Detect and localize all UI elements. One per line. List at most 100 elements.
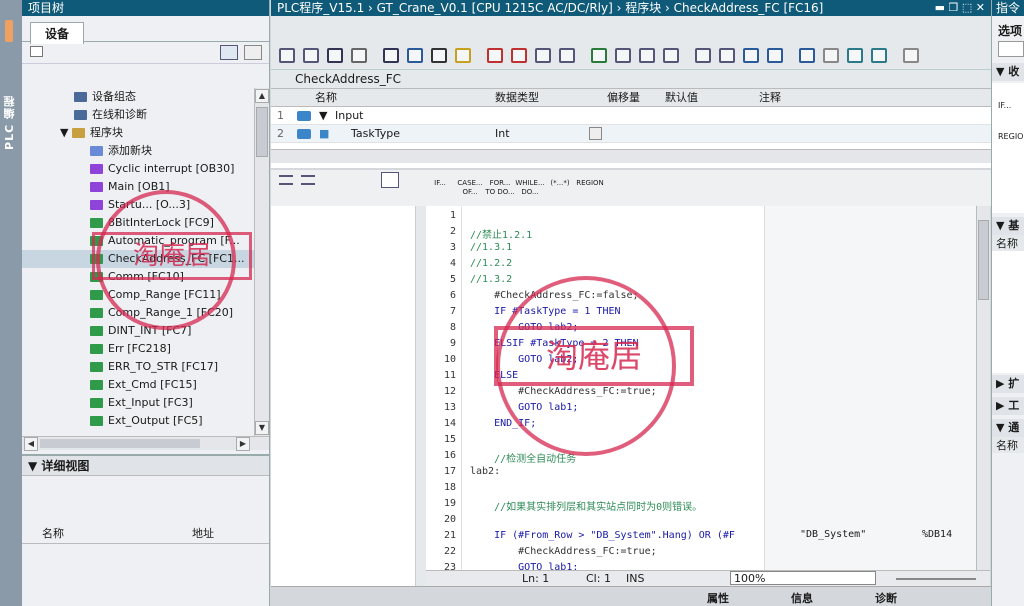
basic-section[interactable]: ▼ 基 [992, 217, 1024, 235]
editor-scroll-thumb[interactable] [978, 220, 989, 300]
section-name[interactable]: Input [335, 107, 363, 125]
toolbar-icon[interactable] [719, 48, 735, 63]
instruction-4-button[interactable]: (*...*) [545, 174, 575, 202]
toolbar-icon[interactable] [743, 48, 759, 63]
tab-diagnostics[interactable]: 诊断 [875, 590, 897, 606]
col-default[interactable]: 默认值 [665, 89, 698, 107]
code-line[interactable]: //1.2.2 [470, 258, 512, 269]
splitter[interactable] [416, 206, 426, 586]
tree-item[interactable]: 添加新块 [22, 142, 254, 160]
tech-section[interactable]: ▶ 工 [992, 397, 1024, 415]
table-row[interactable]: 1 ▼ Input [271, 107, 991, 125]
code-line[interactable]: //1.3.1 [470, 242, 512, 253]
param-type[interactable]: Int [495, 125, 510, 143]
toolbar-icon[interactable] [383, 48, 399, 63]
detail-col-name[interactable]: 名称 [42, 524, 64, 544]
tab-properties[interactable]: 属性 [707, 590, 729, 606]
toolbar-icon[interactable] [455, 48, 471, 63]
tree-item[interactable]: Err [FC218] [22, 340, 254, 358]
tree-item[interactable]: Main [OB1] [22, 178, 254, 196]
tab-info[interactable]: 信息 [791, 590, 813, 606]
plc-programming-label[interactable]: PLC 编程 [2, 95, 18, 150]
col-name[interactable]: 名称 [315, 89, 337, 107]
tree-view-toggle-icon[interactable] [220, 45, 238, 60]
toolbar-icon[interactable] [695, 48, 711, 63]
instruction-0-button[interactable]: IF... [425, 174, 455, 202]
detail-col-address[interactable]: 地址 [192, 524, 214, 544]
toolbar-icon[interactable] [663, 48, 679, 63]
hscroll-thumb[interactable] [40, 439, 200, 448]
instruction-3-button[interactable]: WHILE... DO... [515, 174, 545, 202]
tree-item[interactable]: 设备组态 [22, 88, 254, 106]
toolbar-icon[interactable] [351, 48, 367, 63]
col-offset[interactable]: 偏移量 [607, 89, 640, 107]
fav-region[interactable]: REGION [998, 132, 1024, 141]
toolbar-icon[interactable] [431, 48, 447, 63]
toolbar-icon[interactable] [799, 48, 815, 63]
favorites-section[interactable]: ▼ 收 [992, 63, 1024, 81]
toolbar-icon[interactable] [279, 48, 295, 63]
scroll-down-arrow[interactable]: ▼ [255, 421, 269, 435]
scroll-left-arrow[interactable]: ◀ [24, 437, 38, 451]
comm-section[interactable]: ▼ 通 [992, 419, 1024, 437]
toolbar-icon[interactable] [823, 48, 839, 63]
table-row[interactable]: 2 ■ TaskType Int [271, 125, 991, 143]
toolbar-icon[interactable] [871, 48, 887, 63]
toolbar-icon[interactable] [639, 48, 655, 63]
editor-vscrollbar[interactable] [976, 206, 990, 570]
param-name[interactable]: TaskType [351, 125, 400, 143]
tree-item[interactable]: Ext_Output [FC5] [22, 412, 254, 430]
toolbar-icon[interactable] [767, 48, 783, 63]
fav-if[interactable]: IF... [998, 101, 1024, 110]
tree-layout-icon[interactable] [244, 45, 262, 60]
toolbar-icon[interactable] [615, 48, 631, 63]
toolbar-icon[interactable] [559, 48, 575, 63]
scroll-thumb[interactable] [256, 107, 268, 157]
list-icon[interactable] [301, 175, 315, 185]
tree-horizontal-scrollbar[interactable]: ◀ ▶ [22, 436, 269, 451]
expand-arrow-icon[interactable]: ▼ [319, 107, 327, 125]
tree-item[interactable]: ▼ 程序块 [22, 124, 254, 142]
tree-settings-icon[interactable] [30, 46, 43, 57]
col-comment[interactable]: 注释 [759, 89, 781, 107]
code-line[interactable]: //禁止1.2.1 [470, 226, 532, 241]
toolbar-icon[interactable] [303, 48, 319, 63]
toolbar-icon[interactable] [327, 48, 343, 63]
extended-section[interactable]: ▶ 扩 [992, 375, 1024, 393]
network-icon[interactable] [279, 175, 293, 185]
expand-arrow-icon[interactable]: ▼ [60, 126, 72, 139]
zoom-slider[interactable] [896, 578, 976, 580]
toolbar-icon[interactable] [847, 48, 863, 63]
collapse-arrow-icon[interactable]: ▼ [28, 459, 41, 473]
zoom-select[interactable]: 100% [730, 571, 876, 585]
code-line[interactable]: IF (#From_Row > "DB_System".Hang) OR (#F [470, 530, 735, 541]
instruction-5-button[interactable]: REGION [575, 174, 605, 202]
code-line[interactable]: //如果其实排列层和其实站点同时为0则错误。 [470, 498, 702, 513]
float-icon[interactable]: ⬚ [962, 1, 976, 14]
col-datatype[interactable]: 数据类型 [495, 89, 539, 107]
instruction-1-button[interactable]: CASE... OF... [455, 174, 485, 202]
toolbar-icon[interactable] [903, 48, 919, 63]
code-line[interactable]: #CheckAddress_FC:=true; [470, 546, 656, 557]
sync-icon[interactable] [381, 172, 399, 188]
toolbar-icon[interactable] [407, 48, 423, 63]
tree-item[interactable]: Ext_Input [FC3] [22, 394, 254, 412]
code-line[interactable]: lab2: [470, 466, 500, 477]
code-line[interactable]: //1.3.2 [470, 274, 512, 285]
tab-devices[interactable]: 设备 [30, 22, 85, 44]
toolbar-icon[interactable] [511, 48, 527, 63]
tree-vertical-scrollbar[interactable]: ▲ ▼ [254, 88, 269, 436]
toolbar-icon[interactable] [591, 48, 607, 63]
tree-item[interactable]: DINT_INT [FC7] [22, 322, 254, 340]
tree-item[interactable]: Cyclic interrupt [OB30] [22, 160, 254, 178]
instruction-2-button[interactable]: FOR... TO DO... [485, 174, 515, 202]
tree-item[interactable]: 在线和诊断 [22, 106, 254, 124]
type-picker-icon[interactable] [589, 127, 602, 140]
close-icon[interactable]: ✕ [976, 1, 985, 14]
toolbar-icon[interactable] [487, 48, 503, 63]
minimize-icon[interactable]: ▬ [935, 1, 949, 14]
table-hscrollbar[interactable] [271, 149, 991, 163]
restore-icon[interactable]: ❐ [949, 1, 962, 14]
scroll-up-arrow[interactable]: ▲ [255, 89, 269, 103]
tree-item[interactable]: Ext_Cmd [FC15] [22, 376, 254, 394]
